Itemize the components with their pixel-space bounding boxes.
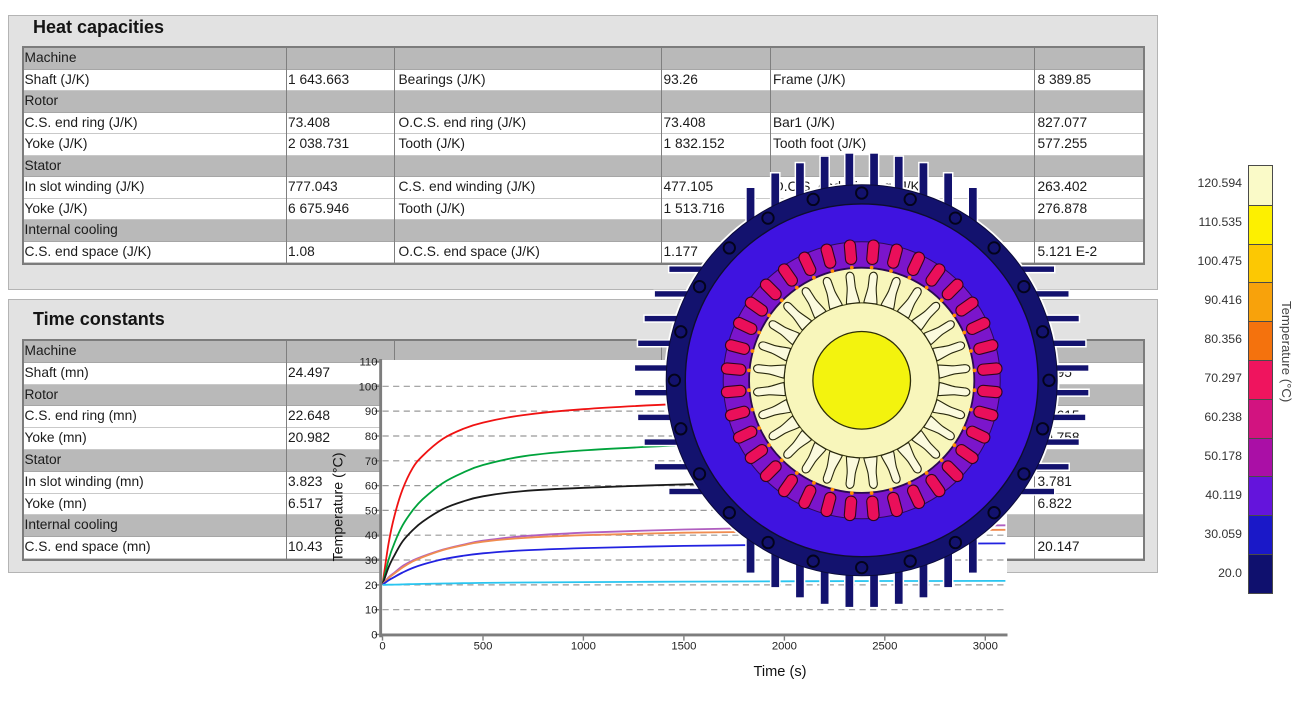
svg-text:500: 500 bbox=[474, 641, 493, 653]
svg-text:2500: 2500 bbox=[872, 641, 897, 653]
svg-text:2000: 2000 bbox=[772, 641, 797, 653]
svg-text:1000: 1000 bbox=[571, 641, 596, 653]
svg-text:0: 0 bbox=[371, 630, 377, 642]
svg-text:1500: 1500 bbox=[671, 641, 696, 653]
svg-text:30: 30 bbox=[365, 555, 378, 567]
svg-text:60: 60 bbox=[365, 481, 378, 493]
svg-text:40: 40 bbox=[365, 530, 378, 542]
svg-text:50: 50 bbox=[365, 505, 378, 517]
svg-text:20: 20 bbox=[365, 580, 378, 592]
svg-text:10: 10 bbox=[365, 605, 378, 617]
svg-text:3000: 3000 bbox=[973, 641, 998, 653]
svg-text:70: 70 bbox=[365, 456, 378, 468]
svg-text:110: 110 bbox=[359, 357, 377, 369]
svg-text:80: 80 bbox=[365, 431, 378, 443]
svg-text:90: 90 bbox=[365, 406, 378, 418]
svg-text:Temperature (°C): Temperature (°C) bbox=[331, 453, 347, 562]
svg-text:Time (s): Time (s) bbox=[754, 664, 807, 680]
svg-text:100: 100 bbox=[359, 381, 378, 393]
svg-text:0: 0 bbox=[379, 641, 385, 653]
